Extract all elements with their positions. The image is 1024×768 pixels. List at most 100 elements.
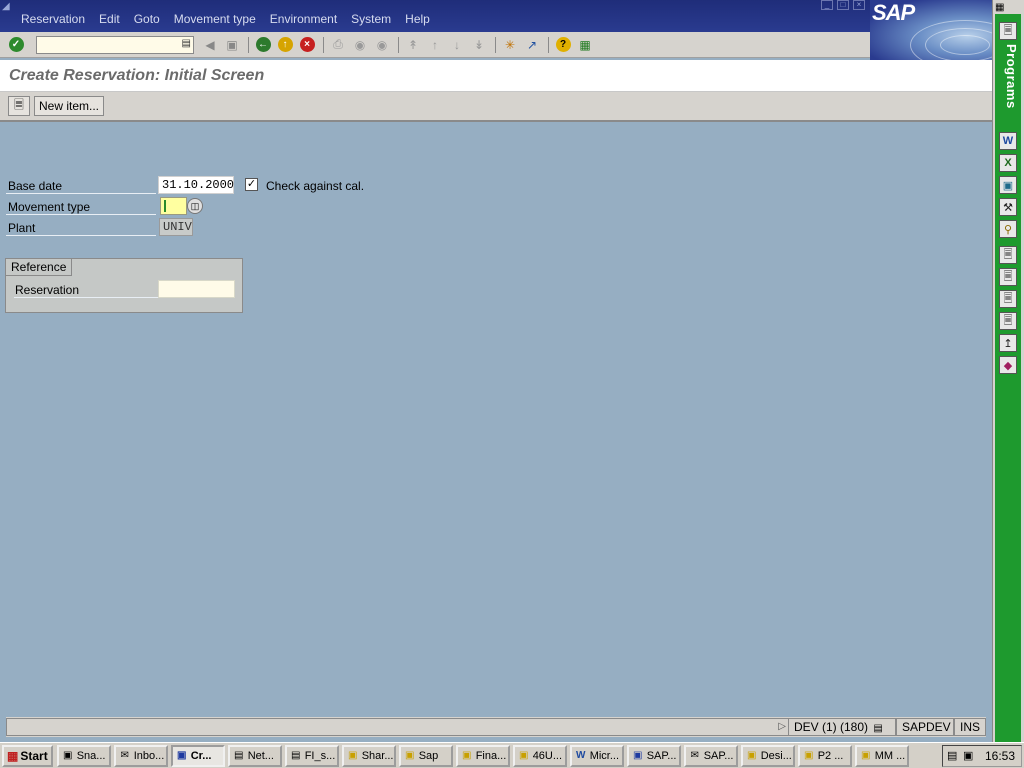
task-microsoft-word[interactable]: W Micr... (569, 744, 624, 767)
folder-icon: ▣ (803, 750, 814, 761)
clock[interactable]: 16:53 (985, 749, 1015, 763)
task-create-reservation[interactable]: ▣ Cr... (170, 744, 225, 767)
check-against-cal-label: Check against cal. (266, 179, 365, 193)
toolbar-separator (398, 36, 399, 53)
task-label: Cr... (190, 749, 212, 762)
system-info-dropdown-icon[interactable]: ▤ (873, 723, 882, 734)
task-fi[interactable]: ▤ FI_s... (284, 744, 339, 767)
folder-icon: ▣ (404, 750, 415, 761)
mail-icon: ✉ (690, 750, 699, 761)
network-icon: ▤ (233, 750, 244, 761)
windows-logo-icon: ▦ (7, 748, 19, 763)
task-mm[interactable]: ▣ MM ... (854, 744, 909, 767)
save-icon[interactable]: ▣ (222, 35, 242, 55)
task-label: Desi... (760, 749, 792, 762)
cancel-icon[interactable]: × (297, 35, 317, 55)
task-share[interactable]: ▣ Shar... (341, 744, 396, 767)
back-icon[interactable]: ← (253, 35, 273, 55)
toolbar-separator (323, 36, 324, 53)
task-sap-folder[interactable]: ▣ Sap (398, 744, 453, 767)
shortcut-doc-3-icon[interactable]: 🗏 (999, 290, 1017, 308)
menu-reservation[interactable]: Reservation (14, 12, 92, 26)
menu-movement-type[interactable]: Movement type (167, 12, 263, 26)
status-message-area: ▷ (6, 718, 788, 736)
sap-logo: SAP (870, 0, 992, 60)
first-page-icon[interactable]: ↟ (403, 35, 423, 55)
minimize-icon[interactable]: _ (821, 0, 833, 10)
task-label: Sna... (76, 749, 106, 762)
back-triangle-icon[interactable]: ◀ (200, 35, 220, 55)
presentation-icon[interactable]: ▣ (999, 176, 1017, 194)
text-cursor (164, 200, 166, 212)
task-label: FI_s... (304, 749, 336, 762)
close-window-icon[interactable]: × (853, 0, 865, 10)
start-button[interactable]: ▦ Start (2, 744, 53, 767)
shortcut-doc-1-icon[interactable]: 🗏 (999, 246, 1017, 264)
server-info: SAPDEV (896, 718, 954, 736)
menu-goto[interactable]: Goto (127, 12, 167, 26)
task-inbox[interactable]: ✉ Inbo... (113, 744, 168, 767)
shortcut-doc-4-icon[interactable]: 🗏 (999, 312, 1017, 330)
task-46u[interactable]: ▣ 46U... (512, 744, 567, 767)
excel-icon[interactable]: X (999, 154, 1017, 172)
layout-menu-icon[interactable]: ▦ (575, 35, 595, 55)
command-field[interactable]: ▤ (36, 35, 194, 54)
task-sap-mail[interactable]: ✉ SAP... (683, 744, 738, 767)
last-page-icon[interactable]: ↡ (469, 35, 489, 55)
key-icon[interactable]: ⚲ (999, 220, 1017, 238)
shortcut-new-document-icon[interactable]: 🗏 (999, 22, 1017, 40)
new-item-button[interactable]: New item... (34, 96, 105, 116)
shortcut-bar-menu-icon[interactable]: ▦ (995, 2, 1004, 13)
main-content: Base date 31.10.2000 ✓ Check against cal… (0, 124, 992, 714)
system-tray: ▤ ▣ 16:53 (942, 744, 1022, 767)
application-toolbar: 🗏 New item... (0, 92, 992, 122)
command-history-icon[interactable]: ▤ (182, 38, 191, 49)
shortcut-gem-icon[interactable]: ◆ (999, 356, 1017, 374)
task-network[interactable]: ▤ Net... (227, 744, 282, 767)
toolbar-separator (248, 36, 249, 53)
find-icon[interactable]: ◉ (350, 35, 370, 55)
menu-environment[interactable]: Environment (263, 12, 344, 26)
word-icon: W (575, 750, 586, 761)
task-finance[interactable]: ▣ Fina... (455, 744, 510, 767)
create-shortcut-icon[interactable]: ↗ (522, 35, 542, 55)
windows-taskbar: ▦ Start ▣ Sna... ✉ Inbo... ▣ Cr... ▤ Net... … (0, 742, 1024, 768)
camera-icon: ▣ (62, 750, 73, 761)
menu-edit[interactable]: Edit (92, 12, 127, 26)
shortcut-doc-2-icon[interactable]: 🗏 (999, 268, 1017, 286)
standard-toolbar: ✓ ▤ ◀ ▣ ← ↑ × ⎙ ◉ ◉ ↟ ↑ ↓ ↡ ✳ ↗ ? ▦ (0, 32, 870, 58)
shortcut-upload-icon[interactable]: ↥ (999, 334, 1017, 352)
new-document-button[interactable]: 🗏 (8, 96, 30, 116)
enter-icon[interactable]: ✓ (6, 35, 26, 55)
network-tray-icon[interactable]: ▤ (947, 749, 957, 762)
task-sap-1[interactable]: ▣ SAP... (626, 744, 681, 767)
word-icon[interactable]: W (999, 132, 1017, 150)
reservation-field[interactable] (158, 280, 235, 298)
tools-icon[interactable]: ⚒ (999, 198, 1017, 216)
status-expand-icon[interactable]: ▷ (778, 721, 786, 732)
exit-icon[interactable]: ↑ (275, 35, 295, 55)
value-help-icon[interactable]: ◫ (187, 198, 203, 214)
help-icon[interactable]: ? (553, 35, 573, 55)
task-p2[interactable]: ▣ P2 ... (797, 744, 852, 767)
menu-system[interactable]: System (344, 12, 398, 26)
restore-icon[interactable]: □ (837, 0, 849, 10)
task-label: MM ... (874, 749, 906, 762)
next-page-icon[interactable]: ↓ (447, 35, 467, 55)
folder-icon: ▣ (347, 750, 358, 761)
task-design[interactable]: ▣ Desi... (740, 744, 795, 767)
monitor-tray-icon[interactable]: ▣ (963, 749, 973, 762)
check-against-cal-checkbox[interactable]: ✓ (245, 178, 258, 191)
print-icon[interactable]: ⎙ (328, 35, 348, 55)
base-date-field[interactable]: 31.10.2000 (158, 176, 234, 194)
task-snap[interactable]: ▣ Sna... (56, 744, 111, 767)
menu-help[interactable]: Help (398, 12, 437, 26)
movement-type-field[interactable] (160, 197, 187, 215)
folder-icon: ▣ (860, 750, 871, 761)
create-session-icon[interactable]: ✳ (500, 35, 520, 55)
system-menu-icon[interactable]: ◢ (2, 1, 14, 12)
document-icon: 🗏 (14, 97, 24, 112)
find-next-icon[interactable]: ◉ (372, 35, 392, 55)
task-label: SAP... (703, 749, 734, 762)
previous-page-icon[interactable]: ↑ (425, 35, 445, 55)
